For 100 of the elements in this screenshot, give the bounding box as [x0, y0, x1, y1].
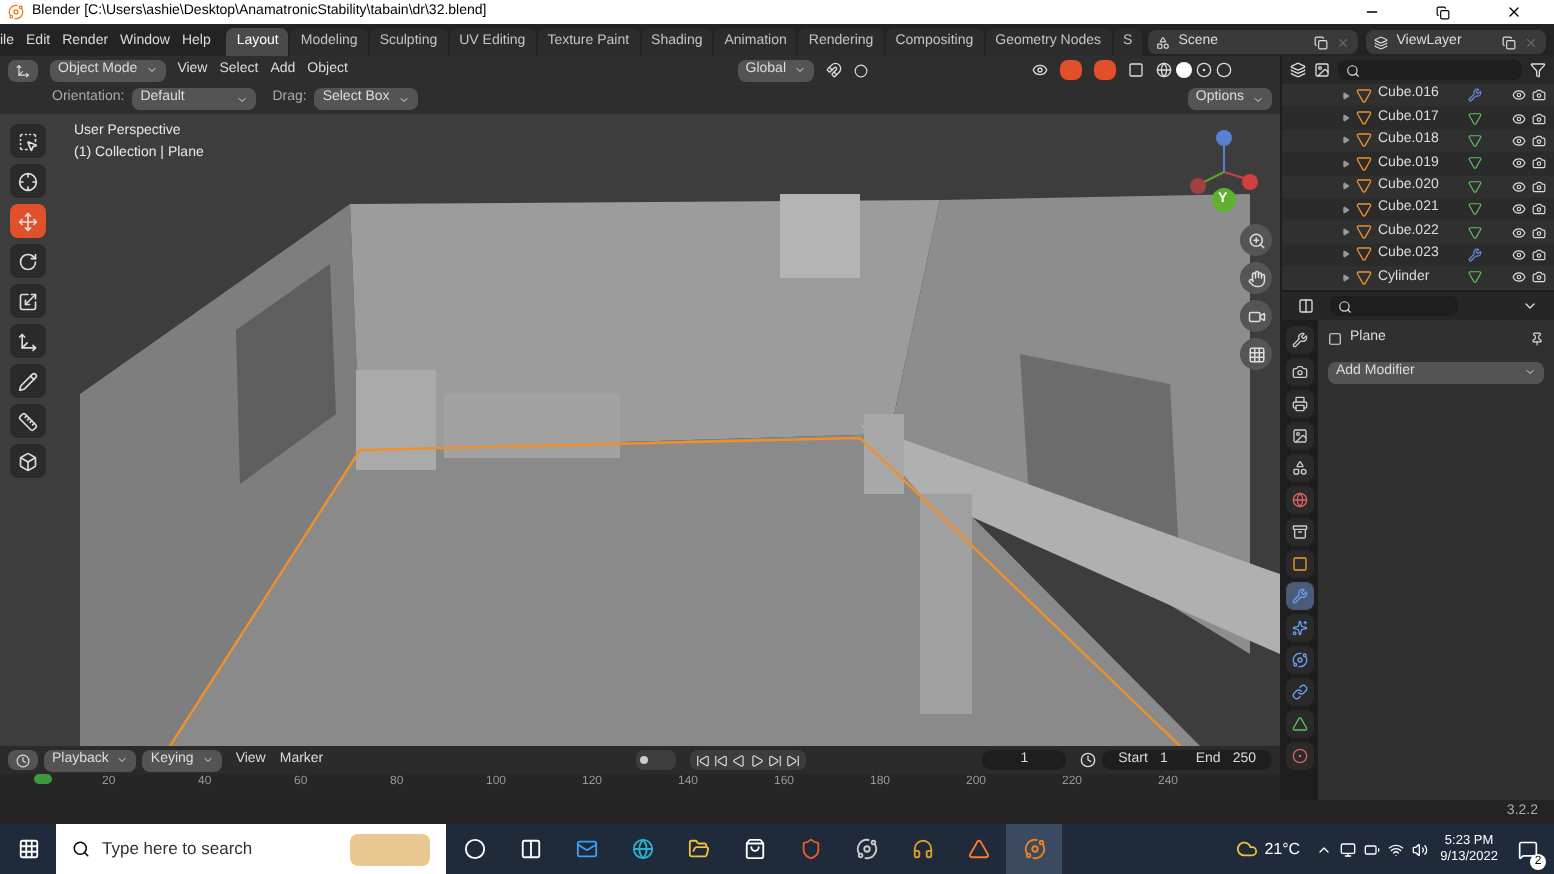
render-icon[interactable]: [1532, 156, 1546, 171]
editor-type-icon[interactable]: [1298, 298, 1314, 314]
record-button[interactable]: [635, 750, 676, 770]
tool-button[interactable]: [10, 244, 46, 278]
pin-icon[interactable]: [1530, 331, 1544, 346]
render-icon[interactable]: [1532, 88, 1546, 103]
properties-tab[interactable]: [1286, 390, 1314, 418]
monitor-icon[interactable]: [1340, 841, 1357, 857]
shading-selector[interactable]: [1156, 62, 1232, 78]
properties-tab[interactable]: [1286, 326, 1314, 354]
properties-tab[interactable]: [1286, 518, 1314, 546]
visibility-icon[interactable]: [1512, 247, 1526, 262]
display-mode-icon[interactable]: [1290, 62, 1306, 78]
headphones-icon: [911, 838, 933, 860]
visibility-icon[interactable]: [1512, 225, 1526, 240]
orbit-icon: [1292, 652, 1308, 668]
copy-icon[interactable]: [1314, 35, 1329, 49]
properties-tab[interactable]: [1286, 582, 1314, 610]
navigation-button[interactable]: [1240, 338, 1272, 370]
tool-button[interactable]: [10, 364, 46, 398]
visibility-icon[interactable]: [1512, 156, 1526, 171]
properties-tab[interactable]: [1286, 614, 1314, 642]
rendered-icon: [1216, 62, 1232, 78]
properties-tab[interactable]: [1286, 454, 1314, 482]
magnet-icon[interactable]: [826, 62, 842, 78]
network-icon[interactable]: [1388, 841, 1405, 857]
ruler-icon: [18, 411, 38, 431]
render-icon[interactable]: [1532, 270, 1546, 285]
search-field[interactable]: [1330, 296, 1458, 316]
editor-type-button[interactable]: [8, 59, 38, 81]
triangle-icon: [967, 838, 989, 860]
render-icon[interactable]: [1532, 225, 1546, 240]
properties-tab[interactable]: [1286, 550, 1314, 578]
search-field[interactable]: Type here to search: [56, 824, 446, 874]
render-icon[interactable]: [1532, 133, 1546, 148]
search-field[interactable]: [1338, 60, 1522, 80]
navigation-button[interactable]: [1240, 300, 1272, 332]
restore-icon[interactable]: [1436, 5, 1450, 19]
close-icon[interactable]: [1506, 4, 1522, 20]
caret-icon: [201, 754, 214, 766]
visibility-icon[interactable]: [1512, 88, 1526, 103]
copy-icon[interactable]: [1502, 35, 1516, 49]
visibility-icon[interactable]: [1512, 202, 1526, 217]
xray-icon[interactable]: [1128, 62, 1144, 78]
tool-button[interactable]: [10, 164, 46, 198]
visibility-icon[interactable]: [1512, 270, 1526, 285]
expand-arrow-icon: [1342, 114, 1350, 123]
gizmo-toggle[interactable]: [1060, 60, 1082, 80]
render-icon[interactable]: [1532, 247, 1546, 262]
wrench-icon: [1292, 332, 1308, 348]
visibility-icon[interactable]: [1032, 62, 1048, 78]
tool-button[interactable]: [10, 324, 46, 358]
material-icon: [1196, 62, 1212, 78]
render-icon[interactable]: [1532, 179, 1546, 194]
properties-tab[interactable]: [1286, 742, 1314, 770]
properties-tab[interactable]: [1286, 422, 1314, 450]
tool-button[interactable]: [10, 404, 46, 438]
grid-icon: [1247, 345, 1265, 363]
globe-icon: [1292, 492, 1308, 508]
weather-icon[interactable]: [1236, 838, 1259, 860]
editor-type-button[interactable]: [8, 750, 38, 770]
properties-tab[interactable]: [1286, 486, 1314, 514]
visibility-icon[interactable]: [1512, 133, 1526, 148]
reverse-play-icon: [731, 753, 746, 767]
properties-tab[interactable]: [1286, 710, 1314, 738]
properties-tab[interactable]: [1286, 646, 1314, 674]
weather-temperature[interactable]: 21°C: [1264, 837, 1301, 861]
stopwatch-icon[interactable]: [1080, 752, 1097, 768]
render-icon[interactable]: [1532, 111, 1546, 126]
orbit-icon: [855, 838, 877, 860]
filter-view-icon[interactable]: [1314, 62, 1330, 78]
render-icon[interactable]: [1532, 202, 1546, 217]
navigation-button[interactable]: [1240, 262, 1272, 294]
volume-icon[interactable]: [1412, 841, 1429, 857]
visibility-icon[interactable]: [1512, 111, 1526, 126]
navigation-gizmo-drawing: [1190, 130, 1258, 212]
proportional-icon[interactable]: [854, 63, 868, 77]
properties-tab[interactable]: [1286, 358, 1314, 386]
image-icon: [1292, 428, 1308, 444]
tool-button[interactable]: [10, 284, 46, 318]
caret-icon: [116, 754, 129, 766]
move-icon: [18, 211, 38, 231]
camera-icon: [1247, 307, 1265, 325]
hand-icon: [1247, 269, 1265, 287]
shield-icon: [799, 838, 821, 860]
tool-button[interactable]: [10, 204, 46, 238]
caret-icon[interactable]: [1522, 298, 1538, 314]
properties-tab[interactable]: [1286, 678, 1314, 706]
navigation-button[interactable]: [1240, 224, 1272, 256]
tool-button[interactable]: [10, 124, 46, 158]
notification-icon: [1518, 839, 1538, 859]
battery-icon[interactable]: [1364, 841, 1381, 857]
playback-controls[interactable]: [689, 750, 806, 770]
overlay-toggle[interactable]: [1094, 60, 1116, 80]
tool-button[interactable]: [10, 444, 46, 478]
rotate-icon: [18, 251, 38, 271]
mesh-data-icon: [1468, 270, 1482, 285]
filter-icon[interactable]: [1530, 62, 1546, 78]
axes-icon: [16, 63, 30, 77]
visibility-icon[interactable]: [1512, 179, 1526, 194]
